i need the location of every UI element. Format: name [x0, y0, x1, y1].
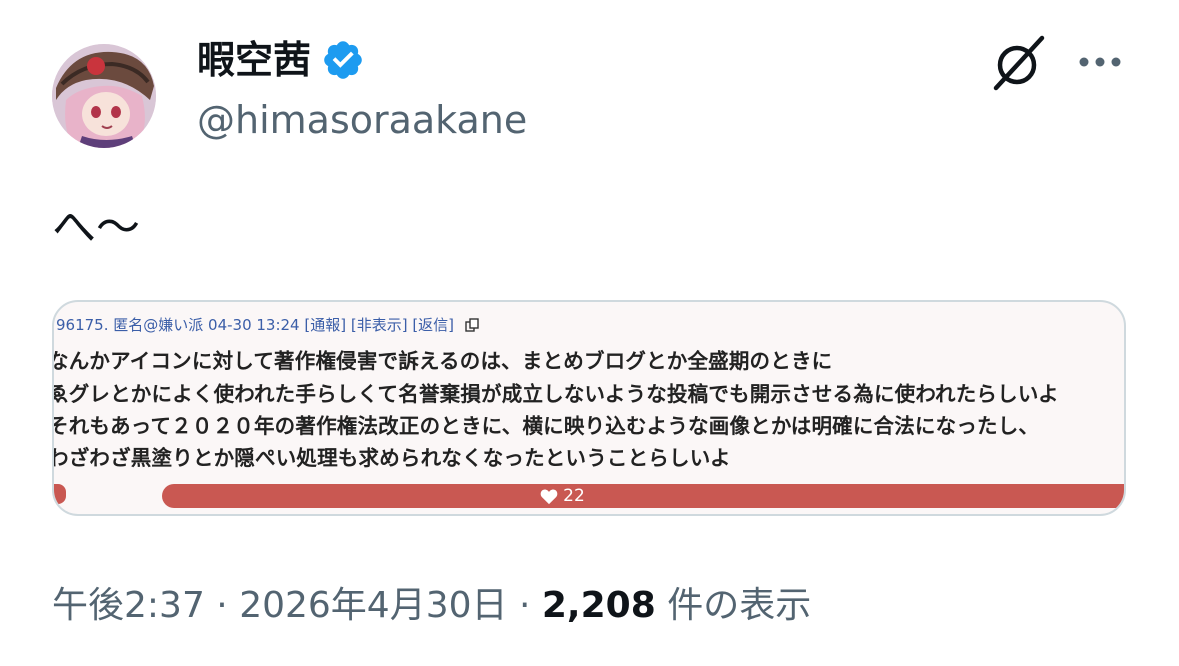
- grok-button[interactable]: [990, 34, 1048, 92]
- tweet-time[interactable]: 午後2:37: [52, 585, 205, 626]
- heart-icon: [540, 489, 558, 505]
- attached-image[interactable]: 96175. 匿名@嫌い派 04-30 13:24 [通報] [非表示] [返信…: [52, 300, 1126, 516]
- more-options-icon: [1079, 57, 1121, 67]
- corner-mark: [54, 484, 66, 504]
- views-label: 件の表示: [655, 585, 812, 626]
- copy-icon: [465, 318, 479, 332]
- verified-badge-icon: [324, 41, 362, 79]
- tweet-text: へ〜: [52, 202, 140, 253]
- meta-separator: ·: [204, 585, 240, 626]
- like-count: 22: [563, 486, 585, 506]
- user-handle[interactable]: @himasoraakane: [197, 94, 527, 146]
- avatar-image: [52, 44, 156, 148]
- post-line-2: ゑグレとかによく使われた手らしくて名誉棄損が成立しないような投稿でも開示させる為…: [52, 382, 1059, 406]
- post-line-1: なんかアイコンに対して著作権侵害で訴えるのは、まとめブログとか全盛期のときに: [52, 349, 833, 373]
- more-options-button[interactable]: [1076, 44, 1124, 80]
- views-count[interactable]: 2,208: [542, 585, 656, 626]
- avatar[interactable]: [52, 44, 156, 148]
- like-bar: 22: [162, 484, 1124, 508]
- post-header-text: 96175. 匿名@嫌い派 04-30 13:24 [通報] [非表示] [返信…: [56, 316, 455, 334]
- post-line-4: わざわざ黒塗りとか隠ぺい処理も求められなくなったということらしいよ: [52, 446, 731, 470]
- display-name[interactable]: 暇空茜: [197, 34, 311, 86]
- post-line-3: それもあって２０２０年の著作権法改正のときに、横に映り込むような画像とかは明確に…: [52, 414, 1040, 438]
- tweet-date[interactable]: 2026年4月30日: [239, 585, 507, 626]
- tweet-meta: 午後2:37 · 2026年4月30日 · 2,208 件の表示: [52, 582, 811, 630]
- post-header: 96175. 匿名@嫌い派 04-30 13:24 [通報] [非表示] [返信…: [56, 314, 479, 335]
- meta-separator: ·: [507, 585, 542, 626]
- grok-icon: [993, 35, 1045, 91]
